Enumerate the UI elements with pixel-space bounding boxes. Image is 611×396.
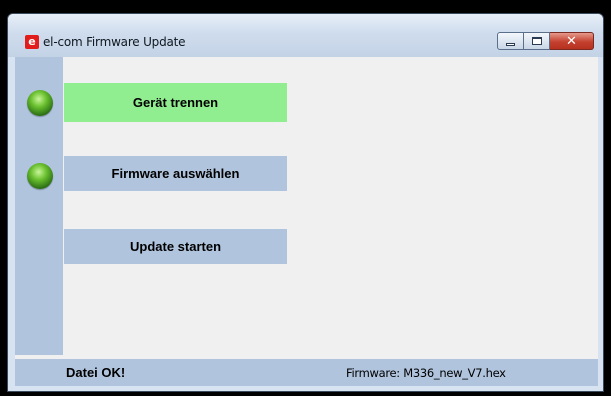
status-led-2-icon <box>27 163 53 189</box>
status-message: Datei OK! <box>66 365 126 380</box>
disconnect-device-button[interactable]: Gerät trennen <box>64 83 287 122</box>
disconnect-device-label: Gerät trennen <box>132 95 219 110</box>
select-firmware-label: Firmware auswählen <box>111 166 240 181</box>
app-window: e el-com Firmware Update ✕ Gerät trennen… <box>7 13 604 392</box>
start-update-button[interactable]: Update starten <box>64 229 287 264</box>
close-button[interactable]: ✕ <box>550 32 594 50</box>
select-firmware-button[interactable]: Firmware auswählen <box>64 156 287 191</box>
close-icon: ✕ <box>566 33 577 49</box>
start-update-label: Update starten <box>129 239 222 254</box>
minimize-icon <box>506 42 515 46</box>
status-led-1-icon <box>27 90 53 116</box>
indicator-strip <box>15 57 63 355</box>
firmware-filename: Firmware: M336_new_V7.hex <box>346 366 506 380</box>
maximize-button[interactable] <box>524 32 550 50</box>
maximize-icon <box>531 37 542 45</box>
window-controls: ✕ <box>497 32 594 50</box>
status-bar: Datei OK! Firmware: M336_new_V7.hex <box>15 359 598 386</box>
elcom-logo-icon: e <box>25 35 39 49</box>
minimize-button[interactable] <box>497 32 524 50</box>
title-bar[interactable]: e el-com Firmware Update ✕ <box>8 14 603 57</box>
client-area: Gerät trennen Firmware auswählen Update … <box>15 57 598 386</box>
window-title: el-com Firmware Update <box>43 35 186 49</box>
